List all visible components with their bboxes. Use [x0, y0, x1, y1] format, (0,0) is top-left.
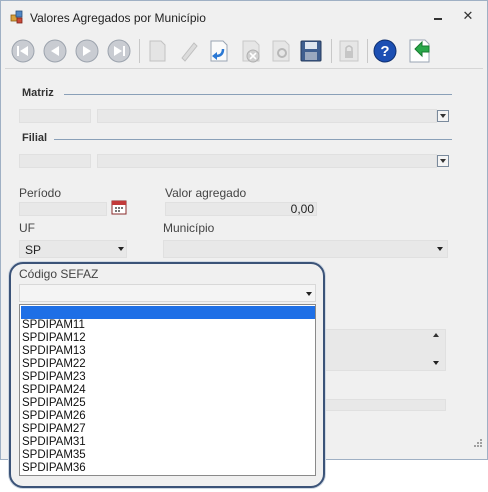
- help-icon[interactable]: ?: [371, 37, 399, 65]
- list-selection-highlight: [21, 306, 315, 319]
- list-item[interactable]: SPDIPAM36: [22, 462, 86, 475]
- window-title: Valores Agregados por Município: [30, 11, 206, 25]
- list-item[interactable]: SPDIPAM12: [22, 332, 86, 345]
- list-item[interactable]: SPDIPAM22: [22, 358, 86, 371]
- municipio-dropdown-icon[interactable]: [437, 247, 443, 251]
- list-item[interactable]: SPDIPAM11: [22, 319, 85, 332]
- list-item[interactable]: SPDIPAM24: [22, 384, 86, 397]
- toolbar-separator: [139, 39, 140, 63]
- valor-agregado-value: 0,00: [290, 202, 314, 216]
- next-record-icon[interactable]: [73, 37, 101, 65]
- background-text-area: [322, 329, 446, 371]
- matriz-group-line: [64, 94, 452, 95]
- list-item[interactable]: SPDIPAM25: [22, 397, 86, 410]
- codigo-sefaz-label: Código SEFAZ: [19, 267, 99, 281]
- new-record-icon[interactable]: [143, 37, 171, 65]
- filial-dropdown-icon[interactable]: [437, 155, 449, 167]
- uf-value: SP: [25, 243, 42, 257]
- periodo-label: Período: [19, 186, 62, 200]
- uf-dropdown-icon[interactable]: [118, 247, 124, 251]
- municipio-combo[interactable]: [163, 240, 448, 258]
- scroll-up-icon[interactable]: [433, 333, 439, 337]
- codigo-sefaz-combo[interactable]: [19, 284, 316, 302]
- uf-label: UF: [19, 221, 35, 235]
- previous-record-icon[interactable]: [41, 37, 69, 65]
- svg-text:?: ?: [380, 43, 389, 60]
- filial-name-combo[interactable]: [97, 154, 437, 168]
- toolbar: ?: [5, 33, 483, 69]
- filial-code-field[interactable]: [19, 154, 91, 168]
- scroll-down-icon[interactable]: [433, 361, 439, 365]
- title-bar: Valores Agregados por Município ✕: [1, 1, 487, 33]
- list-item[interactable]: SPDIPAM27: [22, 423, 86, 436]
- app-icon: [10, 10, 23, 24]
- periodo-field[interactable]: [19, 202, 107, 216]
- matriz-code-field[interactable]: [19, 109, 91, 123]
- valor-agregado-label: Valor agregado: [165, 186, 247, 200]
- municipio-label: Município: [163, 221, 215, 235]
- calendar-icon[interactable]: [111, 199, 127, 215]
- codigo-sefaz-listbox[interactable]: SPDIPAM11 SPDIPAM12 SPDIPAM13 SPDIPAM22 …: [19, 304, 316, 476]
- list-item[interactable]: SPDIPAM13: [22, 345, 86, 358]
- list-item[interactable]: SPDIPAM26: [22, 410, 86, 423]
- lock-icon[interactable]: [335, 37, 363, 65]
- background-field: [322, 399, 446, 411]
- edit-record-icon[interactable]: [175, 37, 203, 65]
- resize-grip-icon[interactable]: [471, 437, 483, 449]
- filial-group-title: Filial: [22, 132, 48, 144]
- matriz-dropdown-icon[interactable]: [437, 110, 449, 122]
- save-icon[interactable]: [297, 37, 325, 65]
- codigo-sefaz-dropdown-icon[interactable]: [306, 292, 312, 296]
- first-record-icon[interactable]: [9, 37, 37, 65]
- cancel-icon[interactable]: [237, 37, 265, 65]
- toolbar-separator: [331, 39, 332, 63]
- toolbar-separator: [367, 39, 368, 63]
- matriz-name-combo[interactable]: [97, 109, 437, 123]
- exit-icon[interactable]: [405, 37, 433, 65]
- uf-combo[interactable]: SP: [19, 240, 127, 258]
- matriz-group-title: Matriz: [22, 87, 54, 99]
- undo-icon[interactable]: [205, 37, 233, 65]
- close-icon[interactable]: ✕: [461, 9, 475, 23]
- valor-agregado-field[interactable]: 0,00: [165, 202, 317, 216]
- list-item[interactable]: SPDIPAM31: [22, 436, 86, 449]
- last-record-icon[interactable]: [105, 37, 133, 65]
- list-item[interactable]: SPDIPAM35: [22, 449, 86, 462]
- search-icon[interactable]: [267, 37, 295, 65]
- minimize-icon[interactable]: [431, 9, 445, 23]
- list-item[interactable]: SPDIPAM23: [22, 371, 86, 384]
- filial-group-line: [54, 139, 452, 140]
